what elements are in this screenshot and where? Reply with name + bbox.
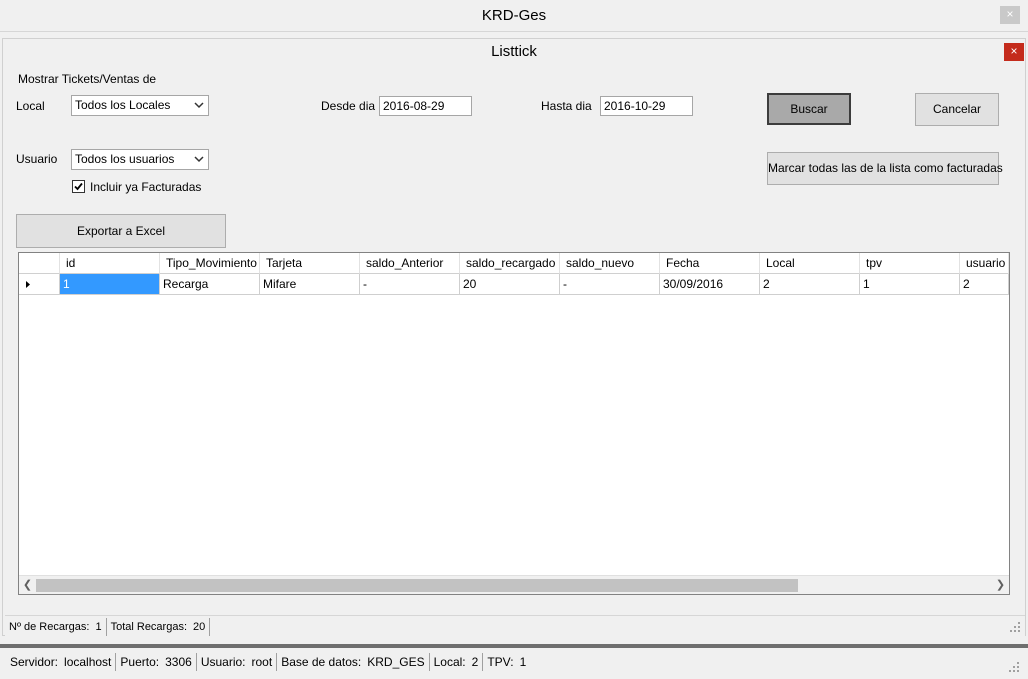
chevron-down-icon bbox=[194, 102, 204, 109]
usuario-status-label: Usuario: bbox=[200, 655, 246, 669]
row-pointer-icon bbox=[26, 281, 30, 288]
servidor-label: Servidor: bbox=[10, 655, 59, 669]
column-header[interactable]: Local bbox=[760, 253, 860, 274]
dialog-status-bar: Nº de Recargas: 1 Total Recargas: 20 bbox=[5, 615, 1025, 637]
local-status-label: Local: bbox=[433, 655, 466, 669]
incluir-facturadas-label: Incluir ya Facturadas bbox=[90, 180, 202, 194]
column-header[interactable]: Tarjeta bbox=[260, 253, 360, 274]
table-cell[interactable]: 30/09/2016 bbox=[660, 274, 760, 295]
local-select[interactable]: Todos los Locales bbox=[71, 95, 209, 116]
buscar-button[interactable]: Buscar bbox=[767, 93, 851, 125]
resize-grip-icon[interactable] bbox=[1008, 661, 1020, 673]
grid-corner bbox=[19, 253, 60, 274]
puerto-label: Puerto: bbox=[120, 655, 160, 669]
scroll-right-icon[interactable]: ❯ bbox=[992, 576, 1009, 594]
app-close-button[interactable]: × bbox=[1000, 6, 1020, 24]
recargas-count: Nº de Recargas: 1 bbox=[5, 618, 107, 636]
dialog-title-bar: Listtick bbox=[3, 39, 1025, 65]
column-header[interactable]: tpv bbox=[860, 253, 960, 274]
recargas-total-value: 20 bbox=[193, 621, 206, 633]
servidor-value: localhost bbox=[64, 655, 112, 669]
servidor-status: Servidor: localhost bbox=[6, 653, 117, 671]
table-cell[interactable]: 1 bbox=[860, 274, 960, 295]
puerto-value: 3306 bbox=[165, 655, 192, 669]
buscar-button-label: Buscar bbox=[790, 102, 828, 116]
horizontal-scrollbar[interactable]: ❮ ❯ bbox=[19, 575, 1009, 594]
dialog-title: Listtick bbox=[491, 43, 537, 60]
desde-date-field[interactable]: 2016-08-29 bbox=[379, 96, 472, 116]
column-header[interactable]: Fecha bbox=[660, 253, 760, 274]
hasta-date-field[interactable]: 2016-10-29 bbox=[600, 96, 693, 116]
local-status-value: 2 bbox=[471, 655, 479, 669]
column-header[interactable]: saldo_Anterior bbox=[360, 253, 460, 274]
close-icon: × bbox=[1010, 44, 1018, 58]
exportar-excel-button[interactable]: Exportar a Excel bbox=[16, 214, 226, 248]
tpv-label: TPV: bbox=[487, 655, 514, 669]
table-cell[interactable]: 2 bbox=[960, 274, 1009, 295]
usuario-select-value: Todos los usuarios bbox=[75, 152, 175, 166]
table-cell[interactable]: 20 bbox=[460, 274, 560, 295]
table-cell[interactable]: Recarga bbox=[160, 274, 260, 295]
bd-status: Base de datos: KRD_GES bbox=[277, 653, 430, 671]
grid-body: id Tipo_Movimiento Tarjeta saldo_Anterio… bbox=[19, 253, 1009, 594]
table-cell[interactable]: Mifare bbox=[260, 274, 360, 295]
table-cell[interactable]: - bbox=[560, 274, 660, 295]
app-status-items: Servidor: localhost Puerto: 3306 Usuario: roo… bbox=[6, 653, 530, 671]
column-header[interactable]: Tipo_Movimiento bbox=[160, 253, 260, 274]
recargas-total: Total Recargas: 20 bbox=[107, 618, 211, 636]
check-icon bbox=[74, 182, 83, 191]
scroll-left-icon[interactable]: ❮ bbox=[19, 576, 36, 594]
app-title-bar: KRD-Ges bbox=[0, 0, 1028, 32]
marcar-facturadas-label: Marcar todas las de la lista como factur… bbox=[768, 161, 1003, 175]
bd-value: KRD_GES bbox=[367, 655, 425, 669]
marcar-facturadas-button[interactable]: Marcar todas las de la lista como factur… bbox=[767, 152, 1003, 185]
column-header[interactable]: saldo_recargado bbox=[460, 253, 560, 274]
recargas-count-value: 1 bbox=[95, 621, 102, 633]
incluir-facturadas-checkbox[interactable] bbox=[72, 180, 85, 193]
hasta-date-value: 2016-10-29 bbox=[604, 99, 666, 113]
listtick-dialog: Listtick × Mostrar Tickets/Ventas de Loc… bbox=[2, 38, 1026, 637]
usuario-status-value: root bbox=[251, 655, 273, 669]
tpv-status: TPV: 1 bbox=[483, 653, 530, 671]
tickets-grid[interactable]: id Tipo_Movimiento Tarjeta saldo_Anterio… bbox=[18, 252, 1010, 595]
usuario-label: Usuario bbox=[16, 152, 58, 166]
app-status-bar: Servidor: localhost Puerto: 3306 Usuario: roo… bbox=[0, 644, 1028, 679]
cancelar-button[interactable]: Cancelar bbox=[915, 93, 999, 126]
hasta-label: Hasta dia bbox=[541, 99, 592, 113]
row-header[interactable] bbox=[19, 274, 60, 295]
table-cell[interactable]: - bbox=[360, 274, 460, 295]
puerto-status: Puerto: 3306 bbox=[116, 653, 197, 671]
close-icon: × bbox=[1006, 7, 1014, 21]
app-title: KRD-Ges bbox=[481, 7, 547, 24]
column-header[interactable]: usuario bbox=[960, 253, 1009, 274]
table-cell[interactable]: 2 bbox=[760, 274, 860, 295]
filter-group-label: Mostrar Tickets/Ventas de bbox=[18, 72, 157, 86]
desde-date-value: 2016-08-29 bbox=[383, 99, 445, 113]
tpv-value: 1 bbox=[519, 655, 527, 669]
column-header[interactable]: saldo_nuevo bbox=[560, 253, 660, 274]
desde-label: Desde dia bbox=[321, 99, 376, 113]
bd-label: Base de datos: bbox=[281, 655, 362, 669]
local-status: Local: 2 bbox=[430, 653, 484, 671]
resize-grip-icon[interactable] bbox=[1009, 621, 1021, 633]
local-select-value: Todos los Locales bbox=[75, 98, 171, 112]
exportar-excel-label: Exportar a Excel bbox=[76, 224, 166, 238]
local-label: Local bbox=[16, 99, 45, 113]
scrollbar-thumb[interactable] bbox=[36, 579, 798, 592]
chevron-down-icon bbox=[194, 156, 204, 163]
dialog-close-button[interactable]: × bbox=[1004, 43, 1024, 61]
table-cell[interactable]: 1 bbox=[60, 274, 160, 295]
recargas-count-label: Nº de Recargas: bbox=[9, 621, 90, 633]
usuario-select[interactable]: Todos los usuarios bbox=[71, 149, 209, 170]
usuario-status: Usuario: root bbox=[197, 653, 278, 671]
column-header[interactable]: id bbox=[60, 253, 160, 274]
recargas-total-label: Total Recargas: bbox=[110, 621, 188, 633]
cancelar-button-label: Cancelar bbox=[932, 102, 982, 116]
